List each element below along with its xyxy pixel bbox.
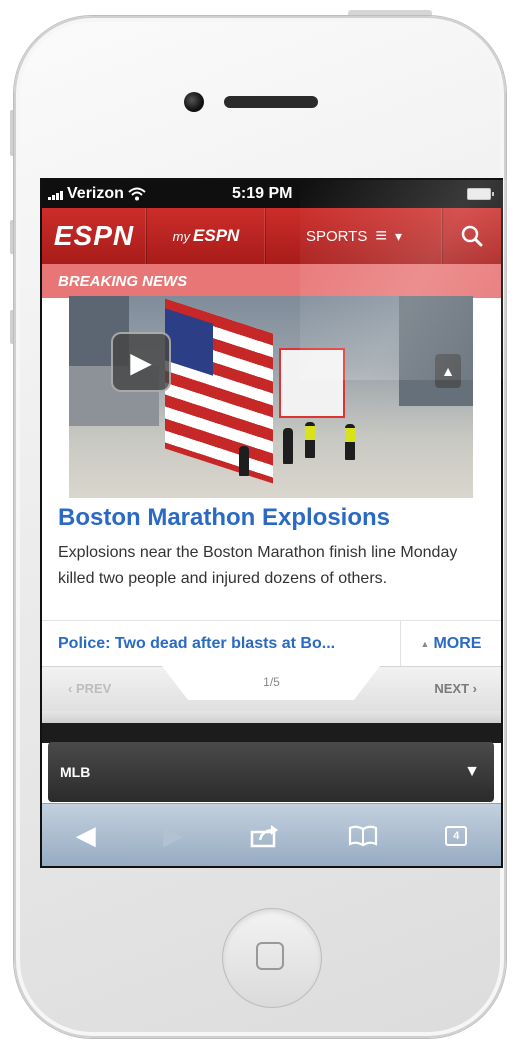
signal-icon [48, 188, 63, 200]
next-image-button[interactable]: ▲ [435, 354, 461, 388]
phone-screen: Verizon 5:19 PM ESPN my ESPN SPORTS ≡ ▾ [42, 180, 501, 866]
sports-menu-button[interactable]: SPORTS ≡ ▾ [266, 208, 443, 264]
espn-logo[interactable]: ESPN [42, 208, 147, 264]
more-label: MORE [433, 635, 482, 652]
bookmarks-icon[interactable] [348, 825, 378, 847]
status-carrier-group: Verizon [48, 185, 146, 203]
status-bar: Verizon 5:19 PM [42, 180, 501, 208]
espn-nav-bar: ESPN my ESPN SPORTS ≡ ▾ [42, 208, 501, 264]
search-button[interactable] [443, 208, 501, 264]
story-summary: Explosions near the Boston Marathon fini… [58, 544, 458, 587]
person-figure [283, 428, 293, 464]
safari-toolbar: ◀ ▶ 4 [42, 803, 501, 866]
related-story-link[interactable]: Police: Two dead after blasts at Bo... [42, 635, 400, 653]
triangle-up-icon: ▲ [420, 639, 430, 649]
my-espn-logo: ESPN [193, 226, 240, 245]
carrier-name: Verizon [67, 185, 124, 202]
section-divider [42, 711, 501, 723]
my-espn-prefix: my [172, 228, 191, 244]
story-headline[interactable]: Boston Marathon Explosions [58, 504, 390, 532]
league-select-value: MLB [60, 764, 91, 780]
story-image[interactable]: ▶ ▲ [69, 296, 473, 498]
menu-icon: ≡ [375, 224, 388, 247]
story-pager: ‹ PREV 1/5 NEXT › [42, 666, 501, 712]
forward-icon[interactable]: ▶ [163, 820, 183, 851]
share-icon[interactable] [250, 824, 280, 848]
back-icon[interactable]: ◀ [76, 820, 96, 851]
related-story-row: Police: Two dead after blasts at Bo... ▲… [42, 620, 501, 667]
wifi-icon [128, 187, 146, 201]
home-square-icon [256, 942, 284, 970]
dropdown-arrow-icon: ▼ [464, 763, 480, 780]
battery-icon [467, 188, 494, 200]
scores-bar [42, 723, 501, 743]
breaking-news-banner: BREAKING NEWS [42, 264, 501, 298]
background-building [399, 296, 473, 406]
safety-vest [345, 428, 356, 442]
ambulance [279, 348, 345, 418]
person-figure [239, 446, 249, 476]
next-button[interactable]: NEXT › [434, 681, 477, 696]
my-espn-link[interactable]: my ESPN [147, 208, 266, 264]
play-video-button[interactable]: ▶ [111, 332, 171, 392]
front-camera [184, 92, 204, 112]
home-button[interactable] [222, 908, 322, 1008]
safety-vest [305, 426, 316, 440]
page-indicator: 1/5 [263, 675, 280, 689]
status-time: 5:19 PM [232, 185, 293, 202]
league-select[interactable]: MLB ▼ [48, 742, 494, 802]
chevron-down-icon: ▾ [395, 227, 403, 244]
search-icon [461, 225, 483, 247]
earpiece-speaker [224, 96, 318, 108]
tabs-icon[interactable]: 4 [445, 825, 468, 846]
arrow-up-icon: ▲ [441, 363, 455, 379]
more-button[interactable]: ▲ MORE [400, 621, 501, 667]
play-icon: ▶ [130, 346, 152, 378]
sports-label: SPORTS [305, 227, 368, 245]
